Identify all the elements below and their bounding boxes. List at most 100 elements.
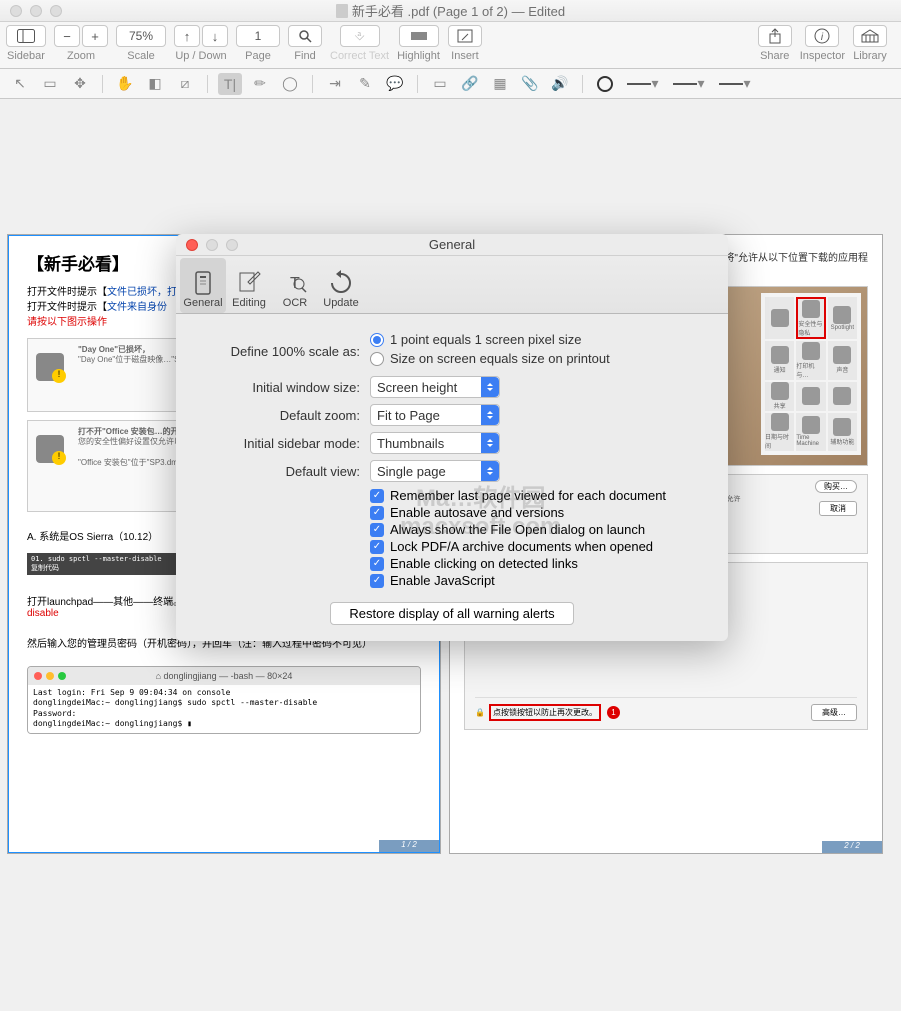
general-icon <box>189 269 217 297</box>
image-tool[interactable]: ▦ <box>488 73 512 95</box>
selection-tool[interactable]: ▭ <box>38 73 62 95</box>
scale-radio-2[interactable]: Size on screen equals size on printout <box>370 351 610 366</box>
prefs-title: General <box>176 237 728 252</box>
scale-radio-1[interactable]: 1 point equals 1 screen pixel size <box>370 332 610 347</box>
prefs-cell: 辅助功能 <box>828 413 857 451</box>
correct-text-button: ⎀ <box>340 25 380 47</box>
page-field[interactable]: 1 <box>236 25 280 47</box>
defview-select[interactable]: Single page <box>370 460 500 482</box>
window-title: 新手必看 .pdf (Page 1 of 2) — Edited <box>0 1 901 20</box>
file-open-checkbox[interactable]: ✓Always show the File Open dialog on lau… <box>370 522 704 537</box>
prefs-cell: 共享 <box>765 382 794 411</box>
winsize-label: Initial window size: <box>200 380 360 395</box>
advanced-button: 高级… <box>811 704 857 721</box>
prefs-cell <box>828 382 857 411</box>
highlight-tool[interactable]: ✎ <box>353 73 377 95</box>
restore-warnings-button[interactable]: Restore display of all warning alerts <box>330 602 573 625</box>
sidebar-select[interactable]: Thumbnails <box>370 432 500 454</box>
document-icon <box>336 4 348 18</box>
zoom-value[interactable]: 75% <box>116 25 166 47</box>
page-label: Page <box>245 50 271 62</box>
prefs-cell: Time Machine <box>796 413 825 451</box>
comment-tool[interactable]: 💬 <box>383 73 407 95</box>
library-label: Library <box>853 50 887 62</box>
defzoom-label: Default zoom: <box>200 408 360 423</box>
remember-page-checkbox[interactable]: ✓Remember last page viewed for each docu… <box>370 488 704 503</box>
defzoom-select[interactable]: Fit to Page <box>370 404 500 426</box>
page-down-button[interactable]: ↓ <box>202 25 228 47</box>
tab-update[interactable]: Update <box>318 258 364 313</box>
indent-tool[interactable]: ⇥ <box>323 73 347 95</box>
terminal-preview: ⌂ donglingjiang — -bash — 80×24 Last log… <box>27 666 421 734</box>
sidebar-button[interactable] <box>6 25 46 47</box>
arrow-style-picker[interactable]: ▾ <box>669 73 709 95</box>
zoom-out-button[interactable]: − <box>54 25 80 47</box>
prefs-titlebar: General <box>176 234 728 256</box>
highlight-label: Highlight <box>397 50 440 62</box>
winsize-select[interactable]: Screen height <box>370 376 500 398</box>
inspector-label: Inspector <box>800 50 845 62</box>
move-tool[interactable]: ✥ <box>68 73 92 95</box>
scale-label: Scale <box>127 50 155 62</box>
highlight-button[interactable] <box>399 25 439 47</box>
shape-tool[interactable]: ◯ <box>278 73 302 95</box>
arrow-tool[interactable]: ↖ <box>8 73 32 95</box>
cancel-button: 取消 <box>819 501 857 516</box>
find-button[interactable] <box>288 25 322 47</box>
javascript-checkbox[interactable]: ✓Enable JavaScript <box>370 573 704 588</box>
insert-label: Insert <box>451 50 479 62</box>
share-button[interactable] <box>758 25 792 47</box>
lock-pdfa-checkbox[interactable]: ✓Lock PDF/A archive documents when opene… <box>370 539 704 554</box>
sidebar-label: Initial sidebar mode: <box>200 436 360 451</box>
freehand-tool[interactable]: ✏ <box>248 73 272 95</box>
system-prefs-panel: 安全性与隐私Spotlight通知打印机与…声音共享日期与时间Time Mach… <box>761 293 861 455</box>
prefs-cell: 声音 <box>828 341 857 379</box>
lock-icon: 🔒 <box>475 708 485 717</box>
link-tool[interactable]: 🔗 <box>458 73 482 95</box>
eraser-tool[interactable]: ◧ <box>143 73 167 95</box>
preferences-dialog: General General Editing T OCR Update Def… <box>176 234 728 641</box>
tab-ocr[interactable]: T OCR <box>272 258 318 313</box>
library-button[interactable] <box>853 25 887 47</box>
hand-tool[interactable]: ✋ <box>113 73 137 95</box>
ocr-icon: T <box>281 269 309 297</box>
warning-icon: ! <box>52 451 66 465</box>
prefs-cell: 通知 <box>765 341 794 379</box>
home-icon: ⌂ <box>156 671 161 681</box>
window-titlebar: 新手必看 .pdf (Page 1 of 2) — Edited <box>0 0 901 22</box>
note-tool[interactable]: ▭ <box>428 73 452 95</box>
editing-icon <box>235 269 263 297</box>
update-icon <box>327 269 355 297</box>
stroke-color[interactable] <box>593 73 617 95</box>
tab-general[interactable]: General <box>180 258 226 313</box>
prefs-cell: 日期与时间 <box>765 413 794 451</box>
prefs-tabs: General Editing T OCR Update <box>176 256 728 314</box>
callout-1: 1 <box>607 706 620 719</box>
sound-tool[interactable]: 🔊 <box>548 73 572 95</box>
prefs-cell <box>796 382 825 411</box>
tab-editing[interactable]: Editing <box>226 258 272 313</box>
maximize-icon <box>226 239 238 251</box>
insert-button[interactable] <box>448 25 482 47</box>
prefs-cell: Spotlight <box>828 297 857 339</box>
close-icon[interactable] <box>186 239 198 251</box>
crop-tool[interactable]: ⧄ <box>173 73 197 95</box>
inspector-button[interactable]: i <box>805 25 839 47</box>
warning-icon: ! <box>52 369 66 383</box>
end-style-picker[interactable]: ▾ <box>715 73 755 95</box>
buy-button: 购买… <box>815 480 857 493</box>
zoom-in-button[interactable]: + <box>82 25 108 47</box>
prefs-cell <box>765 297 794 339</box>
correct-label: Correct Text <box>330 50 389 62</box>
find-label: Find <box>294 50 315 62</box>
text-tool[interactable]: T| <box>218 73 242 95</box>
prefs-cell: 打印机与… <box>796 341 825 379</box>
share-label: Share <box>760 50 789 62</box>
attachment-tool[interactable]: 📎 <box>518 73 542 95</box>
sidebar-label: Sidebar <box>7 50 45 62</box>
page-up-button[interactable]: ↑ <box>174 25 200 47</box>
minimize-icon <box>206 239 218 251</box>
autosave-checkbox[interactable]: ✓Enable autosave and versions <box>370 505 704 520</box>
links-checkbox[interactable]: ✓Enable clicking on detected links <box>370 556 704 571</box>
line-style-picker[interactable]: ▾ <box>623 73 663 95</box>
